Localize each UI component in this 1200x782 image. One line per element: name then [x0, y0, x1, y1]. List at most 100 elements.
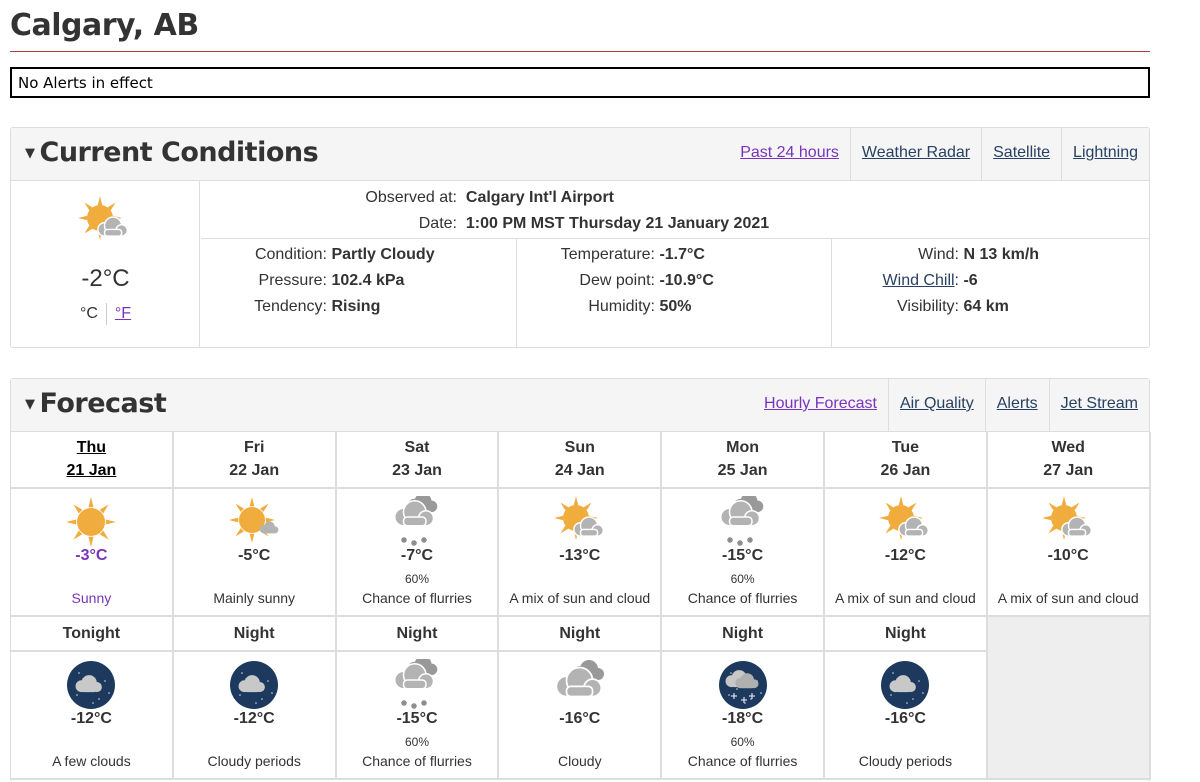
windchill-value: -6: [963, 272, 978, 289]
forecast-night-cell: -12°C Cloudy periods: [173, 652, 337, 780]
temperature-value: -1.7°C: [659, 246, 705, 263]
current-conditions-panel: ▼ Current Conditions Past 24 hours Weathe…: [10, 127, 1150, 348]
conditions-column-1: Condition: Partly Cloudy Pressure: 102.4…: [201, 239, 517, 347]
night-label: Night: [396, 625, 438, 642]
conditions-column-2: Temperature: -1.7°C Dew point: -10.9°C H…: [516, 239, 832, 347]
forecast-toggle[interactable]: ▼ Forecast: [25, 388, 167, 419]
forecast-day-header[interactable]: Thu 21 Jan: [11, 432, 174, 489]
current-conditions-toggle[interactable]: ▼ Current Conditions: [25, 137, 319, 168]
day-date: 23 Jan: [392, 462, 442, 479]
day-date: 25 Jan: [717, 462, 768, 479]
sun-small-cloud-icon: [228, 496, 280, 548]
night-label: Night: [233, 625, 275, 642]
date-label: Date:: [418, 215, 457, 232]
forecast-temperature: -18°C: [722, 710, 764, 727]
day-name: Sun: [564, 439, 595, 456]
flurries-icon: [391, 656, 443, 711]
forecast-summary: A mix of sun and cloud: [834, 590, 976, 606]
condition-value: Partly Cloudy: [331, 246, 435, 263]
fahrenheit-link[interactable]: °F: [115, 305, 131, 322]
forecast-summary: Chance of flurries: [362, 590, 472, 606]
night-flurries-icon: [717, 659, 769, 711]
wind-chill-link[interactable]: Wind Chill: [883, 272, 955, 289]
forecast-night-cell: -12°C A few clouds: [11, 652, 174, 780]
forecast-summary: Chance of flurries: [687, 753, 798, 769]
tendency-label: Tendency:: [254, 298, 327, 315]
precipitation-probability: 60%: [730, 572, 755, 586]
wind-value: N 13 km/h: [963, 246, 1040, 263]
air-quality-link[interactable]: Air Quality: [887, 379, 985, 432]
current-summary: -2°C °C °F: [11, 181, 200, 347]
celsius-unit: °C: [79, 305, 98, 323]
forecast-heading: Forecast: [39, 388, 167, 419]
forecast-summary: Cloudy periods: [207, 753, 301, 769]
forecast-night-header: Night: [499, 617, 663, 652]
dewpoint-label: Dew point:: [579, 272, 655, 289]
forecast-day-cell: -12°C A mix of sun and cloud: [825, 489, 988, 617]
precipitation-probability: 60%: [730, 735, 755, 749]
forecast-summary: Sunny: [71, 590, 112, 606]
forecast-day-cell: -15°C 60% Chance of flurries: [662, 489, 825, 617]
forecast-day-header: Tue 26 Jan: [825, 432, 988, 489]
alert-banner: No Alerts in effect: [10, 67, 1150, 98]
night-label: Night: [722, 625, 764, 642]
lightning-link[interactable]: Lightning: [1061, 128, 1149, 181]
forecast-summary: Chance of flurries: [362, 753, 472, 769]
satellite-link[interactable]: Satellite: [981, 128, 1061, 181]
condition-label: Condition:: [254, 246, 327, 263]
forecast-summary: Cloudy: [557, 753, 602, 769]
hourly-forecast-link[interactable]: Hourly Forecast: [753, 379, 888, 432]
forecast-summary: Mainly sunny: [213, 590, 296, 606]
forecast-night-cell: -15°C 60% Chance of flurries: [336, 652, 500, 780]
wind-row: Wind: N 13 km/h: [832, 246, 1039, 264]
sun-icon: [65, 496, 117, 548]
forecast-day-cell: -3°C Sunny: [11, 489, 174, 617]
day-name: Fri: [243, 439, 265, 456]
forecast-day-cell: -13°C A mix of sun and cloud: [499, 489, 663, 617]
day-name: Wed: [1051, 439, 1085, 456]
night-label: Night: [559, 625, 601, 642]
flurries-icon: [391, 493, 443, 548]
day-date: 22 Jan: [229, 462, 280, 479]
forecast-night-cell: -16°C Cloudy periods: [825, 652, 988, 780]
alerts-link[interactable]: Alerts: [984, 379, 1049, 432]
forecast-day-header: Wed 27 Jan: [987, 432, 1151, 489]
forecast-temperature: -15°C: [722, 547, 764, 564]
day-name: Mon: [726, 439, 760, 456]
sun-cloud-icon: [553, 496, 606, 548]
unit-toggle: °C °F: [11, 303, 200, 325]
condition-row: Condition: Partly Cloudy: [201, 246, 435, 264]
forecast-day-header: Mon 25 Jan: [662, 432, 825, 489]
forecast-night-header: Night: [173, 617, 337, 652]
forecast-temperature: -15°C: [396, 710, 438, 727]
weather-radar-link[interactable]: Weather Radar: [849, 128, 981, 181]
current-temperature: -2°C: [81, 265, 130, 292]
forecast-day-cell: -10°C A mix of sun and cloud: [987, 489, 1151, 617]
pressure-label: Pressure:: [258, 272, 327, 289]
tendency-value: Rising: [331, 298, 381, 315]
temperature-row: Temperature: -1.7°C: [517, 246, 705, 264]
tendency-row: Tendency: Rising: [201, 298, 380, 316]
unit-divider: [105, 303, 107, 325]
dewpoint-row: Dew point: -10.9°C: [517, 272, 713, 290]
current-conditions-links: Past 24 hours Weather Radar Satellite Li…: [729, 128, 1149, 181]
forecast-day-header: Fri 22 Jan: [173, 432, 337, 489]
past-24-hours-link[interactable]: Past 24 hours: [729, 128, 850, 181]
forecast-summary: A mix of sun and cloud: [509, 590, 651, 606]
visibility-row: Visibility: 64 km: [832, 298, 1009, 316]
collapse-triangle-icon: ▼: [25, 146, 35, 161]
flurries-icon: [717, 493, 769, 548]
jet-stream-link[interactable]: Jet Stream: [1048, 379, 1149, 432]
observed-at-label: Observed at:: [365, 189, 457, 206]
visibility-value: 64 km: [963, 298, 1009, 315]
day-name: Sat: [404, 439, 430, 456]
humidity-label: Humidity:: [588, 298, 655, 315]
observed-at-value: Calgary Int'l Airport: [465, 189, 615, 206]
forecast-day-cell: -5°C Mainly sunny: [173, 489, 337, 617]
day-name: Thu: [76, 439, 107, 456]
windchill-row: Wind Chill: -6: [882, 272, 978, 289]
night-cloud-icon: [65, 659, 117, 711]
forecast-temperature: -12°C: [233, 710, 275, 727]
forecast-summary: A few clouds: [52, 753, 131, 769]
cloudy-icon: [554, 659, 606, 711]
